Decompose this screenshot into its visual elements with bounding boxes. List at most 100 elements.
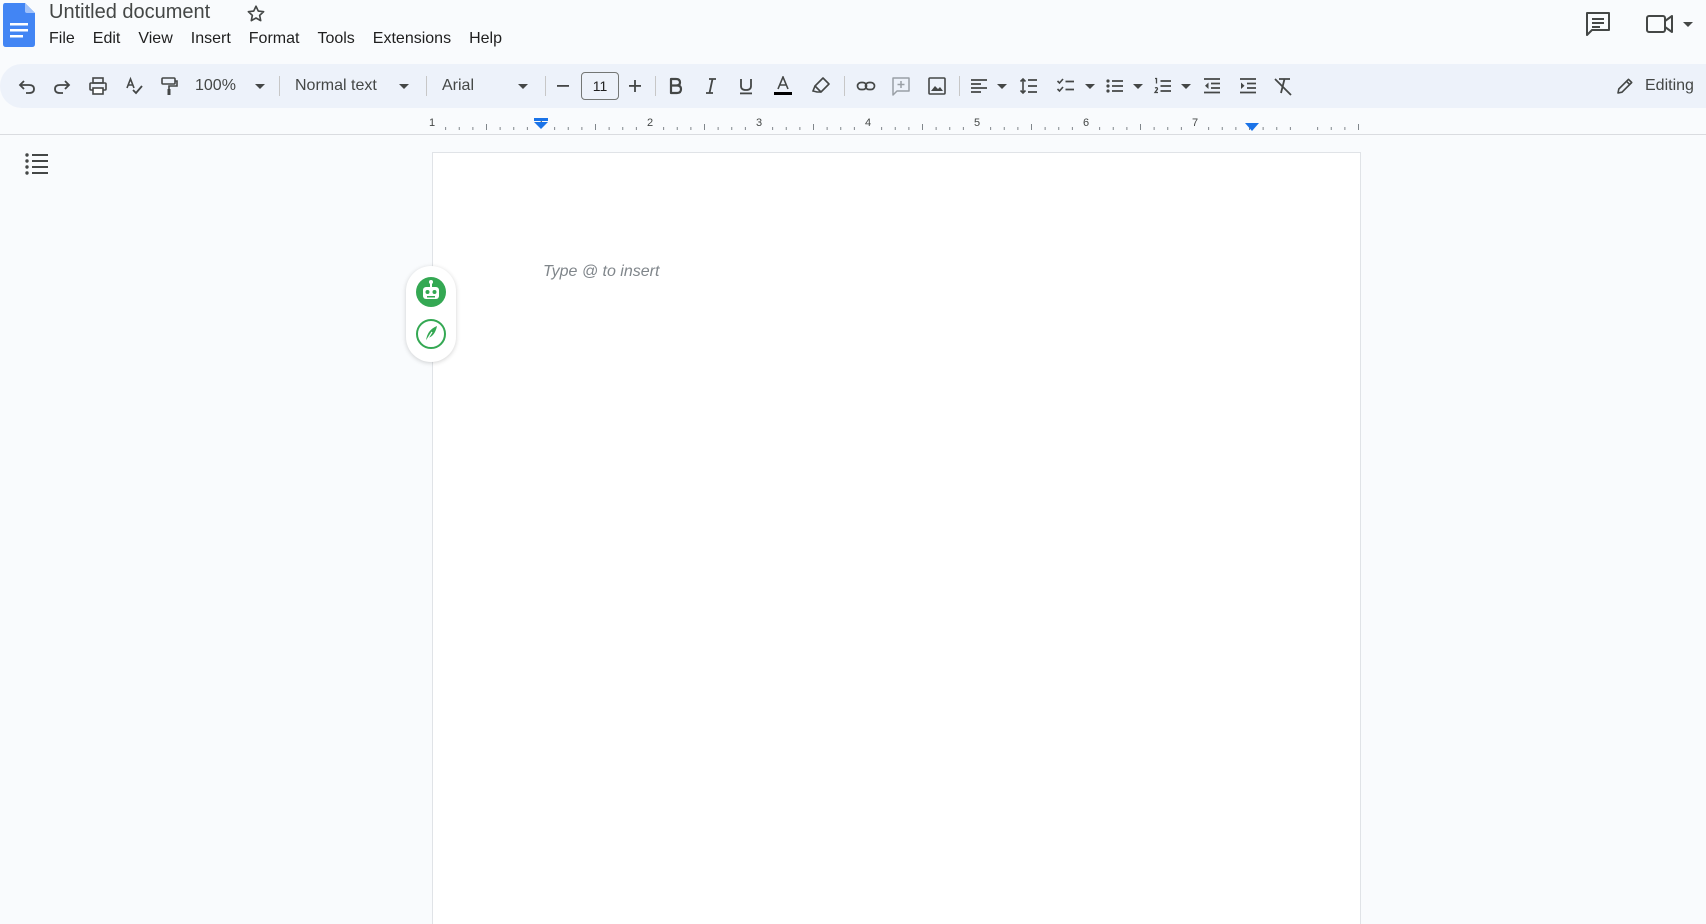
italic-button[interactable] (696, 70, 726, 102)
menu-format[interactable]: Format (240, 29, 309, 53)
menu-edit[interactable]: Edit (84, 29, 130, 53)
font-select[interactable]: Arial (442, 70, 528, 102)
star-icon[interactable] (245, 3, 267, 25)
left-indent-marker[interactable] (534, 118, 548, 130)
ruler-label: 5 (974, 117, 980, 129)
separator (655, 76, 656, 96)
print-button[interactable] (83, 70, 113, 102)
checklist-button[interactable] (1051, 70, 1081, 102)
ruler-label: 2 (647, 117, 653, 129)
bold-button[interactable] (660, 70, 690, 102)
highlight-button[interactable] (806, 70, 836, 102)
chevron-down-icon (518, 84, 528, 89)
minus-icon (557, 85, 569, 87)
decrease-font-size-button[interactable] (548, 70, 578, 102)
comments-icon[interactable] (1584, 10, 1612, 38)
text-color-icon (774, 76, 792, 95)
font-size-input[interactable]: 11 (581, 72, 619, 100)
spellcheck-button[interactable] (119, 70, 149, 102)
checklist-icon (1056, 78, 1074, 93)
separator (959, 76, 960, 96)
menu-view[interactable]: View (129, 29, 181, 53)
ruler-ticks: 11234567 (429, 117, 1359, 130)
bold-icon (669, 77, 683, 95)
menu-help[interactable]: Help (460, 29, 511, 53)
chevron-down-icon[interactable] (997, 84, 1007, 89)
align-left-icon (971, 79, 987, 93)
ruler-label: 1 (429, 117, 435, 129)
chevron-down-icon[interactable] (1085, 84, 1095, 89)
clear-formatting-button[interactable] (1268, 70, 1298, 102)
chevron-down-icon[interactable] (1181, 84, 1191, 89)
ruler: 11234567 (0, 112, 1706, 135)
editing-mode-select[interactable]: Editing (1615, 70, 1694, 102)
bulleted-list-icon (1106, 79, 1123, 93)
paint-format-icon (161, 77, 178, 95)
font-value: Arial (442, 77, 475, 94)
insert-link-button[interactable] (851, 70, 881, 102)
paint-format-button[interactable] (154, 70, 184, 102)
menu-tools[interactable]: Tools (308, 29, 363, 53)
undo-button[interactable] (12, 70, 42, 102)
decrease-indent-icon (1204, 78, 1220, 94)
pencil-icon (1617, 78, 1633, 94)
decrease-indent-button[interactable] (1197, 70, 1227, 102)
quill-icon[interactable] (415, 318, 447, 350)
increase-indent-icon (1240, 78, 1256, 94)
underline-icon (740, 79, 752, 95)
chevron-down-icon (399, 84, 409, 89)
numbered-list-button[interactable] (1148, 70, 1178, 102)
link-icon (856, 81, 876, 91)
italic-icon (706, 78, 716, 94)
zoom-value: 100% (195, 77, 236, 94)
add-comment-button[interactable] (886, 70, 916, 102)
separator (844, 76, 845, 96)
undo-icon (18, 80, 35, 94)
right-indent-marker[interactable] (1245, 123, 1259, 132)
bulleted-list-button[interactable] (1100, 70, 1130, 102)
meet-icon[interactable] (1644, 10, 1694, 38)
add-comment-icon (892, 77, 910, 96)
chevron-down-icon[interactable] (1133, 84, 1143, 89)
docs-logo-icon[interactable] (3, 3, 35, 47)
document-title[interactable]: Untitled document (49, 1, 210, 24)
insert-placeholder: Type @ to insert (543, 263, 660, 280)
align-button[interactable] (964, 70, 994, 102)
assistant-widget (406, 266, 456, 362)
clear-formatting-icon (1274, 78, 1292, 96)
image-icon (928, 77, 946, 95)
ruler-label: 7 (1192, 117, 1198, 129)
chevron-down-icon (255, 84, 265, 89)
separator (545, 76, 546, 96)
paragraph-style-select[interactable]: Normal text (295, 70, 409, 102)
redo-button[interactable] (47, 70, 77, 102)
menu-file[interactable]: File (40, 29, 84, 53)
ruler-label: 4 (865, 117, 871, 129)
zoom-select[interactable]: 100% (195, 70, 265, 102)
spellcheck-icon (126, 76, 143, 95)
menu-bar: File Edit View Insert Format Tools Exten… (40, 29, 511, 53)
highlight-icon (811, 77, 830, 93)
toolbar: 100% Normal text Arial 11 Editing (0, 64, 1706, 108)
ruler-label: 3 (756, 117, 762, 129)
increase-indent-button[interactable] (1233, 70, 1263, 102)
outline-icon[interactable] (24, 150, 50, 176)
redo-icon (54, 80, 71, 94)
underline-button[interactable] (731, 70, 761, 102)
line-spacing-button[interactable] (1014, 70, 1044, 102)
increase-font-size-button[interactable] (620, 70, 650, 102)
text-color-button[interactable] (768, 70, 798, 102)
header: Untitled document File Edit View Insert … (0, 0, 1706, 58)
editing-mode-label: Editing (1645, 77, 1694, 94)
print-icon (89, 77, 107, 95)
line-spacing-icon (1019, 77, 1037, 95)
separator (426, 76, 427, 96)
plus-icon (629, 80, 641, 92)
menu-extensions[interactable]: Extensions (364, 29, 460, 53)
insert-image-button[interactable] (922, 70, 952, 102)
menu-insert[interactable]: Insert (182, 29, 240, 53)
robot-icon[interactable] (415, 276, 447, 308)
paragraph-style-value: Normal text (295, 77, 377, 94)
document-page[interactable]: Type @ to insert (432, 152, 1361, 924)
numbered-list-icon (1153, 77, 1171, 94)
